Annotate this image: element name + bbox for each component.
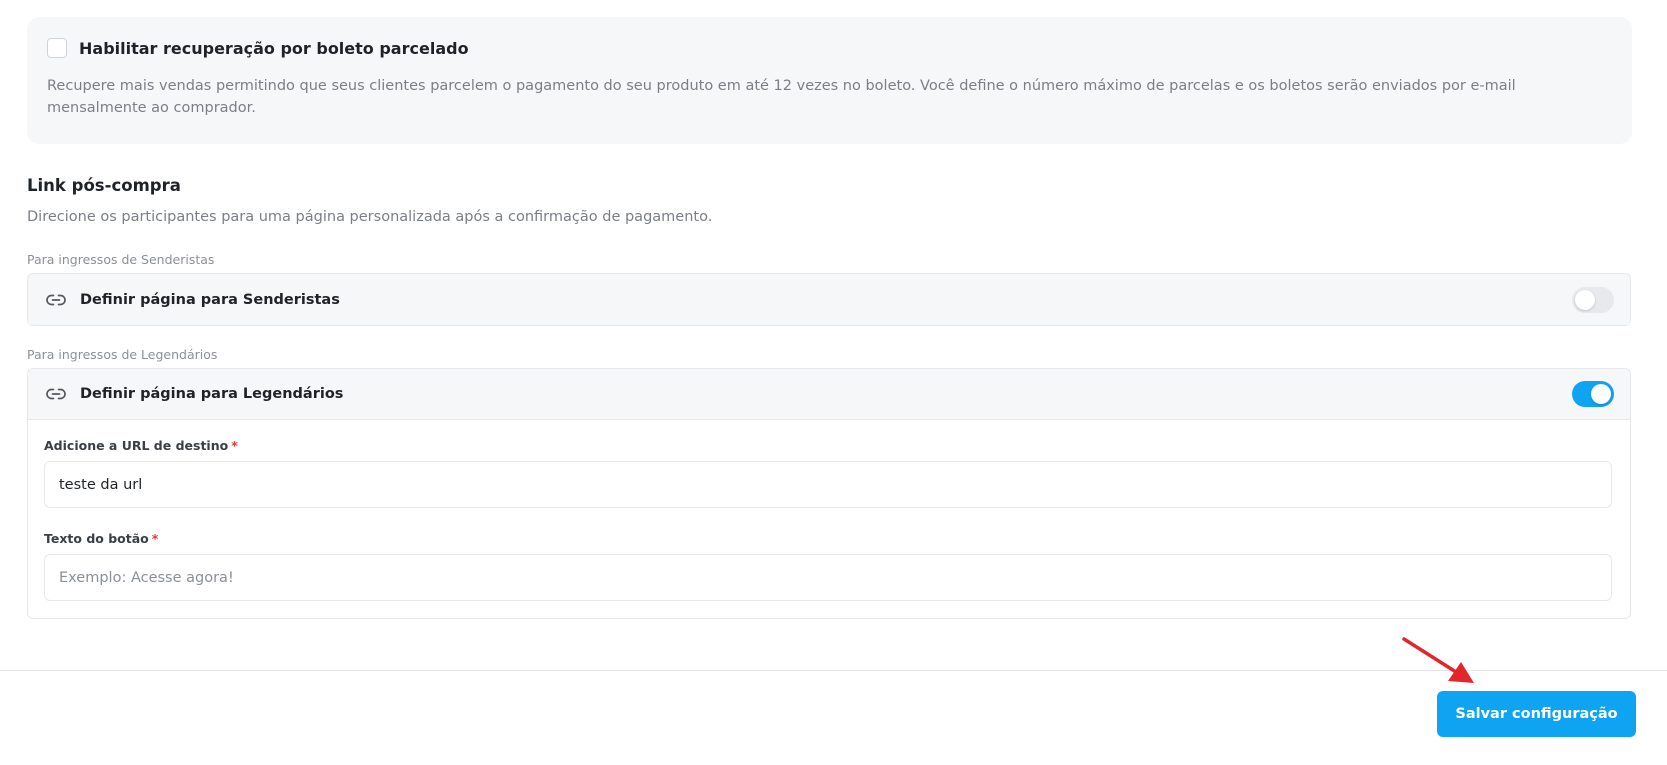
legendarios-form: Adicione a URL de destino* Texto do botã… [28,438,1630,601]
senderistas-toggle[interactable] [1572,286,1614,313]
boleto-recovery-title[interactable]: Habilitar recuperação por boleto parcela… [79,39,469,58]
senderistas-toggle-row[interactable]: Definir página para Senderistas [28,274,1630,325]
toggle-knob [1575,289,1595,310]
boleto-recovery-description: Recupere mais vendas permitindo que seus… [47,78,1516,116]
senderistas-toggle-label: Definir página para Senderistas [80,291,340,308]
url-field-label: Adicione a URL de destino * [44,438,1614,453]
url-field-label-text: Adicione a URL de destino [44,438,229,453]
button-text-input[interactable] [44,554,1612,601]
legendarios-card: Definir página para Legendários Adicione… [27,368,1631,619]
required-mark: * [151,531,159,546]
boleto-header: Habilitar recuperação por boleto parcela… [47,38,1612,58]
post-purchase-title: Link pós-compra [27,176,181,195]
link-icon [46,294,66,305]
url-input[interactable] [44,461,1612,508]
settings-page: Habilitar recuperação por boleto parcela… [0,0,1667,765]
legendarios-group-label: Para ingressos de Legendários [27,347,218,362]
save-configuration-button[interactable]: Salvar configuração [1437,691,1636,737]
boleto-recovery-checkbox[interactable] [47,38,67,58]
annotation-arrow-icon [1402,637,1474,683]
toggle-knob [1591,384,1611,404]
senderistas-group-label: Para ingressos de Senderistas [27,252,215,267]
post-purchase-description: Direcione os participantes para uma pági… [27,209,713,225]
legendarios-toggle-row[interactable]: Definir página para Legendários [28,369,1630,420]
senderistas-card: Definir página para Senderistas [27,273,1631,326]
link-icon [46,388,66,400]
legendarios-toggle[interactable] [1572,381,1614,407]
boleto-recovery-panel: Habilitar recuperação por boleto parcela… [27,17,1632,144]
legendarios-toggle-label: Definir página para Legendários [80,386,344,402]
button-text-field-label: Texto do botão * [44,531,1614,546]
required-mark: * [231,438,238,453]
button-text-field-label-text: Texto do botão [44,531,149,546]
